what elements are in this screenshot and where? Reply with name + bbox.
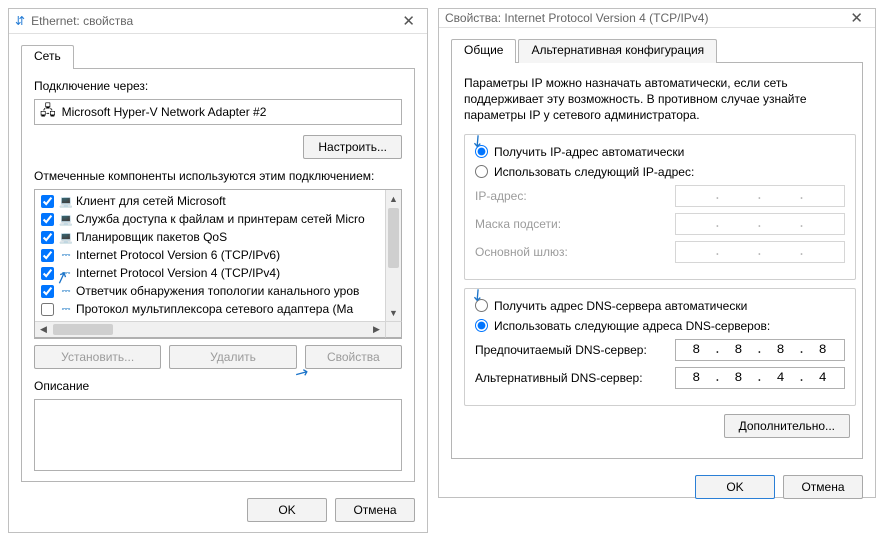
connect-via-label: Подключение через:	[34, 79, 402, 93]
description-label: Описание	[34, 379, 402, 393]
components-list[interactable]: 💻Клиент для сетей Microsoft💻Служба досту…	[34, 189, 402, 339]
component-label: Ответчик обнаружения топологии канальног…	[76, 284, 359, 298]
tab-network[interactable]: Сеть	[21, 45, 74, 69]
radio-auto-dns[interactable]	[475, 299, 488, 312]
tab-alt-config[interactable]: Альтернативная конфигурация	[518, 39, 717, 63]
scroll-thumb-v[interactable]	[388, 208, 399, 268]
alt-dns-input[interactable]: 8. 8. 4. 4	[675, 367, 845, 389]
protocol-icon: ⎓	[58, 267, 74, 280]
configure-button[interactable]: Настроить...	[303, 135, 402, 159]
tab-panel-general: Параметры IP можно назначать автоматичес…	[451, 62, 863, 459]
list-item[interactable]: 💻Планировщик пакетов QoS	[35, 228, 402, 246]
radio-auto-ip[interactable]	[475, 145, 488, 158]
protocol-icon: ⎓	[58, 303, 74, 316]
scroll-left-icon[interactable]: ◀	[35, 322, 52, 337]
protocol-icon: ⎓	[58, 249, 74, 262]
subnet-label: Маска подсети:	[475, 217, 675, 231]
component-label: Internet Protocol Version 4 (TCP/IPv4)	[76, 266, 280, 280]
cancel-button[interactable]: Отмена	[335, 498, 415, 522]
titlebar: ⇵ Ethernet: свойства ✕	[9, 9, 427, 34]
radio-auto-ip-label: Получить IP-адрес автоматически	[494, 145, 684, 159]
component-label: Планировщик пакетов QoS	[76, 230, 227, 244]
radio-manual-ip[interactable]	[475, 165, 488, 178]
tabs: Сеть	[21, 44, 415, 68]
list-item[interactable]: ⎓Протокол мультиплексора сетевого адапте…	[35, 300, 402, 318]
radio-auto-dns-row[interactable]: Получить адрес DNS-сервера автоматически…	[475, 299, 845, 313]
component-checkbox[interactable]	[41, 267, 54, 280]
radio-manual-dns[interactable]	[475, 319, 488, 332]
scroll-right-icon[interactable]: ▶	[368, 322, 385, 337]
dialog-footer: OK Отмена	[9, 490, 427, 532]
adapter-box: 🖧 Microsoft Hyper-V Network Adapter #2	[34, 99, 402, 125]
scrollbar-horizontal[interactable]: ◀ ▶	[35, 321, 385, 338]
ip-address-label: IP-адрес:	[475, 189, 675, 203]
ethernet-properties-dialog: ⇵ Ethernet: свойства ✕ Сеть Подключение …	[8, 8, 428, 533]
cancel-button[interactable]: Отмена	[783, 475, 863, 499]
component-label: Служба доступа к файлам и принтерам сете…	[76, 212, 365, 226]
ip-group: Получить IP-адрес автоматически ↗ Исполь…	[464, 134, 856, 280]
remove-button[interactable]: Удалить	[169, 345, 296, 369]
close-icon[interactable]: ✕	[396, 12, 421, 30]
dialog-title: Свойства: Internet Protocol Version 4 (T…	[445, 11, 844, 25]
tab-panel-network: Подключение через: 🖧 Microsoft Hyper-V N…	[21, 68, 415, 482]
dialog-title: Ethernet: свойства	[31, 14, 396, 28]
service-icon: 💻	[58, 231, 74, 244]
component-checkbox[interactable]	[41, 231, 54, 244]
nic-icon: 🖧	[40, 100, 56, 124]
list-item[interactable]: ⎓Internet Protocol Version 6 (TCP/IPv6)	[35, 246, 402, 264]
component-checkbox[interactable]	[41, 303, 54, 316]
component-checkbox[interactable]	[41, 213, 54, 226]
close-icon[interactable]: ✕	[844, 9, 869, 27]
component-label: Клиент для сетей Microsoft	[76, 194, 226, 208]
list-item[interactable]: 💻Служба доступа к файлам и принтерам сет…	[35, 210, 402, 228]
properties-button[interactable]: Свойства	[305, 345, 402, 369]
list-item[interactable]: 💻Клиент для сетей Microsoft	[35, 192, 402, 210]
dns-group: Получить адрес DNS-сервера автоматически…	[464, 288, 856, 406]
components-label: Отмеченные компоненты используются этим …	[34, 169, 402, 183]
tabs: Общие Альтернативная конфигурация	[451, 38, 863, 62]
dialog-footer: OK Отмена	[439, 467, 875, 509]
pref-dns-label: Предпочитаемый DNS-сервер:	[475, 343, 675, 357]
radio-auto-dns-label: Получить адрес DNS-сервера автоматически	[494, 299, 747, 313]
list-item[interactable]: ⎓Ответчик обнаружения топологии канально…	[35, 282, 402, 300]
radio-manual-ip-label: Использовать следующий IP-адрес:	[494, 165, 694, 179]
component-checkbox[interactable]	[41, 285, 54, 298]
scroll-up-icon[interactable]: ▲	[386, 190, 401, 207]
titlebar: Свойства: Internet Protocol Version 4 (T…	[439, 9, 875, 28]
component-checkbox[interactable]	[41, 195, 54, 208]
scrollbar-vertical[interactable]: ▲ ▼	[385, 190, 402, 321]
protocol-icon: ⎓	[58, 285, 74, 298]
ipv4-properties-dialog: Свойства: Internet Protocol Version 4 (T…	[438, 8, 876, 498]
radio-manual-dns-row[interactable]: Использовать следующие адреса DNS-сервер…	[475, 319, 845, 333]
scroll-thumb-h[interactable]	[53, 324, 113, 335]
advanced-button[interactable]: Дополнительно...	[724, 414, 850, 438]
description-box	[34, 399, 402, 471]
service-icon: 💻	[58, 213, 74, 226]
ip-note: Параметры IP можно назначать автоматичес…	[464, 75, 850, 124]
pref-dns-input[interactable]: 8. 8. 8. 8	[675, 339, 845, 361]
adapter-name: Microsoft Hyper-V Network Adapter #2	[62, 105, 267, 119]
ethernet-icon: ⇵	[15, 14, 25, 28]
ok-button[interactable]: OK	[247, 498, 327, 522]
ok-button[interactable]: OK	[695, 475, 775, 499]
radio-auto-ip-row[interactable]: Получить IP-адрес автоматически ↗	[475, 145, 845, 159]
tab-general[interactable]: Общие	[451, 39, 516, 63]
scroll-down-icon[interactable]: ▼	[386, 304, 401, 321]
install-button[interactable]: Установить...	[34, 345, 161, 369]
subnet-input: ...	[675, 213, 845, 235]
component-label: Протокол мультиплексора сетевого адаптер…	[76, 302, 353, 316]
radio-manual-dns-label: Использовать следующие адреса DNS-сервер…	[494, 319, 770, 333]
service-icon: 💻	[58, 195, 74, 208]
component-checkbox[interactable]	[41, 249, 54, 262]
alt-dns-label: Альтернативный DNS-сервер:	[475, 371, 675, 385]
component-label: Internet Protocol Version 6 (TCP/IPv6)	[76, 248, 280, 262]
gateway-label: Основной шлюз:	[475, 245, 675, 259]
list-item[interactable]: ⎓Internet Protocol Version 4 (TCP/IPv4)	[35, 264, 402, 282]
gateway-input: ...	[675, 241, 845, 263]
scroll-corner	[385, 321, 402, 338]
radio-manual-ip-row[interactable]: Использовать следующий IP-адрес:	[475, 165, 845, 179]
ip-address-input: ...	[675, 185, 845, 207]
